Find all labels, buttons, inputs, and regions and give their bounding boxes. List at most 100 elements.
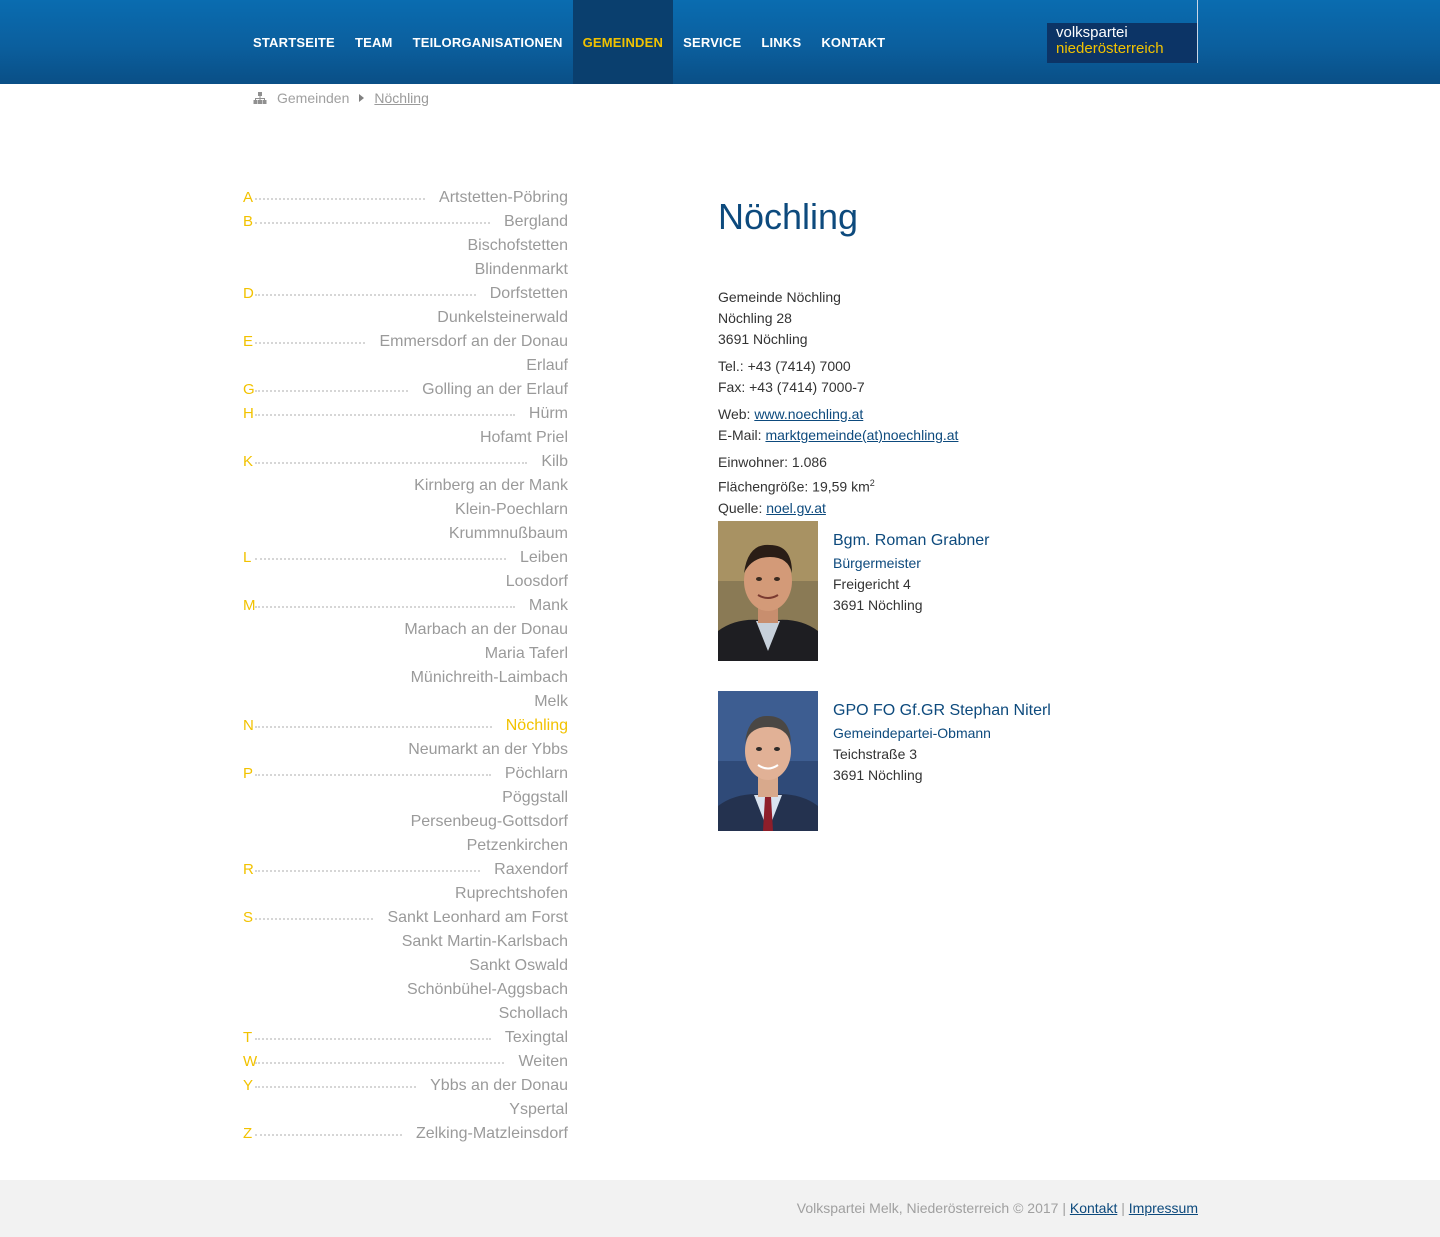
gemeinde-link[interactable]: Hofamt Priel xyxy=(473,426,568,450)
gemeinde-link[interactable]: Schollach xyxy=(492,1002,568,1026)
gemeinde-link[interactable]: Bischofstetten xyxy=(461,234,568,258)
gemeinde-list-item: Maria Taferl xyxy=(243,642,568,666)
nav-service[interactable]: SERVICE xyxy=(673,0,751,84)
nav-teilorganisationen[interactable]: TEILORGANISATIONEN xyxy=(403,0,573,84)
person-photo xyxy=(718,521,818,661)
gemeinde-link[interactable]: Ysper­tal xyxy=(503,1098,568,1122)
fax: Fax: +43 (7414) 7000-7 xyxy=(718,379,865,395)
gemeinde-link[interactable]: Mank xyxy=(522,594,568,618)
person-street: Teichstraße 3 xyxy=(833,746,918,762)
nav-team[interactable]: TEAM xyxy=(345,0,403,84)
gemeinde-link[interactable]: Schönbühel-Aggsbach xyxy=(400,978,568,1002)
breadcrumb-gemeinden[interactable]: Gemeinden xyxy=(277,90,349,106)
quelle-link[interactable]: noel.gv.at xyxy=(766,500,826,516)
gemeinde-link[interactable]: Loosdorf xyxy=(499,570,568,594)
gemeinde-link[interactable]: Marbach an der Donau xyxy=(398,618,568,642)
gemeinde-link[interactable]: Erlauf xyxy=(520,354,568,378)
gemeinde-link[interactable]: Pöchlarn xyxy=(498,762,568,786)
dotted-leader xyxy=(255,390,408,392)
logo-line-2: niederösterreich xyxy=(1056,40,1164,57)
nav-gemeinden[interactable]: GEMEINDEN xyxy=(572,0,674,84)
quelle-label: Quelle: xyxy=(718,499,767,516)
gemeinde-link[interactable]: Ruprechtshofen xyxy=(449,882,568,906)
letter-index: T xyxy=(243,1029,253,1046)
gemeinde-link[interactable]: Münichreith-Laimbach xyxy=(404,666,568,690)
gemeinde-link[interactable]: Melk xyxy=(528,690,568,714)
breadcrumb-current[interactable]: Nöchling xyxy=(374,90,428,106)
gemeinde-link[interactable]: Sankt Oswald xyxy=(463,954,568,978)
gemeinde-link[interactable]: Sankt Martin-Karlsbach xyxy=(395,930,568,954)
gemeinde-list-item: Z Zelking-Matzleinsdorf xyxy=(243,1122,568,1146)
breadcrumb: Gemeinden Nöchling xyxy=(253,90,429,106)
person-name: Bgm. Roman Grabner xyxy=(833,532,990,549)
gemeinde-link[interactable]: Neumarkt an der Ybbs xyxy=(402,738,568,762)
gemeinde-list-item: Melk xyxy=(243,690,568,714)
letter-index: Y xyxy=(243,1077,254,1094)
gemeinde-list-item: Pöggstall xyxy=(243,786,568,810)
letter-index: K xyxy=(243,453,254,470)
nav-startseite[interactable]: STARTSEITE xyxy=(243,0,345,84)
dotted-leader xyxy=(255,606,515,608)
gemeinde-link[interactable]: Texingtal xyxy=(498,1026,568,1050)
footer-kontakt-link[interactable]: Kontakt xyxy=(1070,1200,1117,1216)
email-label: E-Mail: xyxy=(718,427,766,443)
person-info: GPO FO Gf.GR Stephan Niterl Gemeindepart… xyxy=(833,699,1051,786)
gemeinde-link[interactable]: Nöchling xyxy=(499,714,568,738)
gemeinde-link[interactable]: Petzenkirchen xyxy=(460,834,568,858)
gemeinde-list-item: Petzenkirchen xyxy=(243,834,568,858)
site-logo[interactable]: volkspartei niederösterreich xyxy=(1047,23,1198,63)
nav-kontakt[interactable]: KONTAKT xyxy=(811,0,895,84)
gemeinde-list-item: Krummnußbaum xyxy=(243,522,568,546)
dotted-leader xyxy=(255,870,480,872)
dotted-leader xyxy=(255,222,490,224)
gemeinde-list-item: Ruprechtshofen xyxy=(243,882,568,906)
address-line-1: Gemeinde Nöchling xyxy=(718,289,841,305)
gemeinde-link[interactable]: Klein-Poechlarn xyxy=(449,498,568,522)
gemeinde-link[interactable]: Ybbs an der Donau xyxy=(424,1074,568,1098)
gemeinde-list-item: Schönbühel-Aggsbach xyxy=(243,978,568,1002)
dotted-leader xyxy=(255,1038,491,1040)
gemeinde-link[interactable]: Dorfstetten xyxy=(483,282,568,306)
gemeinde-link[interactable]: Leiben xyxy=(513,546,568,570)
gemeinde-list-item: P Pöchlarn xyxy=(243,762,568,786)
letter-index: Z xyxy=(243,1125,253,1142)
address-line-3: 3691 Nöchling xyxy=(718,331,808,347)
gemeinde-link[interactable]: Golling an der Erlauf xyxy=(416,378,568,402)
gemeinde-link[interactable]: Kilb xyxy=(535,450,568,474)
gemeinde-link[interactable]: Sankt Leonhard am Forst xyxy=(381,906,568,930)
gemeinde-link[interactable]: Hürm xyxy=(522,402,568,426)
person-card: Bgm. Roman Grabner Bürgermeister Freiger… xyxy=(718,521,1218,661)
main-nav: STARTSEITE TEAM TEILORGANISATIONEN GEMEI… xyxy=(243,0,895,84)
dotted-leader xyxy=(255,558,506,560)
gemeinde-list-item: Blindenmarkt xyxy=(243,258,568,282)
gemeinde-link[interactable]: Zelking-Matzleinsdorf xyxy=(409,1122,568,1146)
gemeinde-link[interactable]: Maria Taferl xyxy=(478,642,568,666)
gemeinde-link[interactable]: Persenbeug-Gottsdorf xyxy=(404,810,568,834)
gemeinde-link[interactable]: Emmersdorf an der Donau xyxy=(373,330,568,354)
footer-separator: | xyxy=(1117,1200,1129,1216)
email-link[interactable]: marktgemeinde(at)noechling.at xyxy=(765,427,958,443)
dotted-leader xyxy=(255,1134,402,1136)
web-link[interactable]: www.noechling.at xyxy=(754,406,863,422)
gemeinde-list-item: Sankt Oswald xyxy=(243,954,568,978)
gemeinde-list-item: Neumarkt an der Ybbs xyxy=(243,738,568,762)
letter-index: N xyxy=(243,717,254,734)
nav-links[interactable]: LINKS xyxy=(751,0,811,84)
person-name: GPO FO Gf.GR Stephan Niterl xyxy=(833,702,1051,719)
person-street: Freigericht 4 xyxy=(833,576,911,592)
gemeinde-link[interactable]: Bergland xyxy=(497,210,568,234)
gemeinde-link[interactable]: Dunkelsteinerwald xyxy=(431,306,568,330)
gemeinde-link[interactable]: Pöggstall xyxy=(496,786,568,810)
dotted-leader xyxy=(255,774,491,776)
gemeinde-link[interactable]: Raxendorf xyxy=(488,858,568,882)
gemeinde-link[interactable]: Krummnußbaum xyxy=(442,522,568,546)
gemeinde-link[interactable]: Kirnberg an der Mank xyxy=(408,474,568,498)
sitemap-icon xyxy=(253,92,267,104)
person-role: Bürgermeister xyxy=(833,555,921,571)
footer-impressum-link[interactable]: Impressum xyxy=(1129,1200,1198,1216)
gemeinde-link[interactable]: Weiten xyxy=(512,1050,568,1074)
letter-index: P xyxy=(243,765,254,782)
gemeinde-link[interactable]: Blindenmarkt xyxy=(468,258,568,282)
dotted-leader xyxy=(255,726,492,728)
gemeinde-link[interactable]: Artstetten-Pöbring xyxy=(433,186,568,210)
